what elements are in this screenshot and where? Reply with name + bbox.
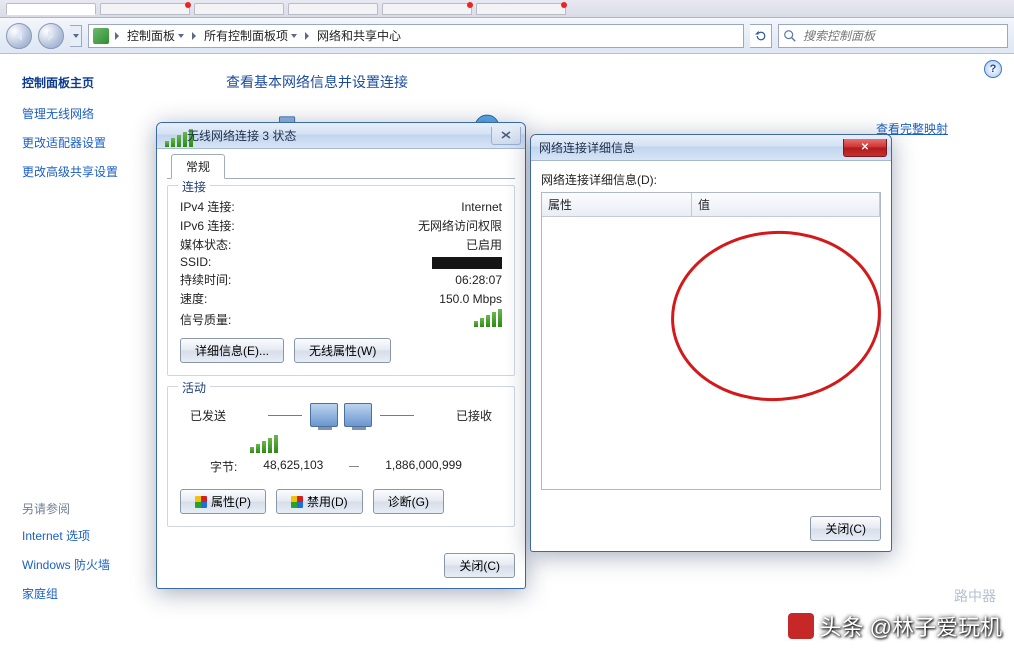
- breadcrumb-bar[interactable]: 控制面板 所有控制面板项 网络和共享中心: [88, 24, 744, 48]
- browser-tab[interactable]: [288, 3, 378, 15]
- duration-label: 持续时间:: [180, 271, 231, 288]
- signal-bars-icon: [474, 309, 502, 327]
- col-property[interactable]: 属性: [542, 193, 692, 216]
- browser-tab[interactable]: [194, 3, 284, 15]
- faint-watermark: 路中器: [954, 586, 996, 606]
- details-dialog: 网络连接详细信息 网络连接详细信息(D): 属性 值 关闭(C): [530, 134, 892, 552]
- property-list[interactable]: 属性 值: [541, 192, 881, 490]
- media-state-value: 已启用: [466, 236, 502, 253]
- search-icon: [783, 29, 797, 43]
- bytes-label: 字节:: [210, 458, 237, 475]
- seealso-link-firewall[interactable]: Windows 防火墙: [22, 556, 158, 573]
- diagnose-button[interactable]: 诊断(G): [373, 489, 444, 514]
- computer-icon: [344, 403, 372, 427]
- browser-tab[interactable]: [100, 3, 190, 15]
- tab-strip: 常规: [167, 157, 515, 179]
- property-list-header[interactable]: 属性 值: [542, 193, 880, 217]
- breadcrumb-item[interactable]: 所有控制面板项: [202, 27, 299, 44]
- activity-icon: [266, 403, 416, 427]
- nav-back-button[interactable]: [6, 23, 32, 49]
- recv-bytes-value: 1,886,000,999: [385, 458, 462, 475]
- search-box[interactable]: [778, 24, 1008, 48]
- status-dialog: 无线网络连接 3 状态 常规 连接 IPv4 连接: Internet IPv6 …: [156, 122, 526, 589]
- close-button[interactable]: 关闭(C): [810, 516, 881, 541]
- seealso-link-homegroup[interactable]: 家庭组: [22, 585, 158, 602]
- refresh-button[interactable]: [750, 24, 772, 48]
- watermark: 头条 @林子爱玩机: [788, 610, 1002, 642]
- ipv6-conn-label: IPv6 连接:: [180, 217, 235, 234]
- wireless-properties-button[interactable]: 无线属性(W): [294, 338, 391, 363]
- ipv4-conn-label: IPv4 连接:: [180, 198, 235, 215]
- breadcrumb-item[interactable]: 网络和共享中心: [315, 27, 403, 44]
- help-button[interactable]: ?: [984, 60, 1002, 78]
- col-value[interactable]: 值: [692, 193, 880, 216]
- ssid-redacted: [432, 257, 502, 269]
- signal-label: 信号质量:: [180, 311, 231, 328]
- details-dialog-titlebar[interactable]: 网络连接详细信息: [531, 135, 891, 161]
- activity-group: 活动 已发送 已接收 字节: 48,625,103 1,886,000,999: [167, 386, 515, 527]
- seealso-heading: 另请参阅: [22, 500, 158, 517]
- sidebar: 控制面板主页 管理无线网络 更改适配器设置 更改高级共享设置 另请参阅 Inte…: [0, 54, 170, 648]
- chevron-right-icon: [192, 32, 196, 40]
- browser-tab[interactable]: [382, 3, 472, 15]
- status-dialog-title: 无线网络连接 3 状态: [187, 127, 296, 144]
- signal-icon: [165, 129, 181, 143]
- group-legend: 连接: [178, 178, 210, 195]
- ipv4-conn-value: Internet: [461, 200, 502, 214]
- close-button[interactable]: [843, 139, 887, 157]
- seealso-link-internet[interactable]: Internet 选项: [22, 527, 158, 544]
- browser-tab[interactable]: [476, 3, 566, 15]
- properties-button[interactable]: 属性(P): [180, 489, 266, 514]
- disable-button[interactable]: 禁用(D): [276, 489, 363, 514]
- sidebar-link-wireless[interactable]: 管理无线网络: [22, 105, 158, 122]
- signal-bars-icon: [250, 435, 278, 453]
- close-button[interactable]: [491, 127, 521, 145]
- details-button[interactable]: 详细信息(E)...: [180, 338, 284, 363]
- signal-value: [474, 309, 502, 330]
- sent-label: 已发送: [190, 407, 226, 424]
- sidebar-link-adapter[interactable]: 更改适配器设置: [22, 134, 158, 151]
- breadcrumb-item[interactable]: 控制面板: [125, 27, 186, 44]
- watermark-icon: [788, 613, 814, 639]
- page-heading: 查看基本网络信息并设置连接: [226, 72, 988, 92]
- media-state-label: 媒体状态:: [180, 236, 231, 253]
- connection-group: 连接 IPv4 连接:Internet IPv6 连接:无网络访问权限 媒体状态…: [167, 185, 515, 376]
- status-dialog-titlebar[interactable]: 无线网络连接 3 状态: [157, 123, 525, 149]
- details-caption: 网络连接详细信息(D):: [541, 171, 881, 188]
- group-legend: 活动: [178, 379, 210, 396]
- received-label: 已接收: [456, 407, 492, 424]
- chevron-right-icon: [305, 32, 309, 40]
- tab-general[interactable]: 常规: [171, 154, 225, 179]
- nav-history-dropdown[interactable]: [70, 25, 82, 47]
- sidebar-link-sharing[interactable]: 更改高级共享设置: [22, 163, 158, 180]
- computer-icon: [310, 403, 338, 427]
- close-button[interactable]: 关闭(C): [444, 553, 515, 578]
- control-panel-icon: [93, 28, 109, 44]
- speed-label: 速度:: [180, 290, 207, 307]
- search-input[interactable]: [801, 28, 1003, 44]
- browser-tab[interactable]: [6, 3, 96, 15]
- ssid-label: SSID:: [180, 255, 211, 269]
- details-dialog-title: 网络连接详细信息: [539, 139, 635, 156]
- duration-value: 06:28:07: [455, 273, 502, 287]
- sent-bytes-value: 48,625,103: [263, 458, 323, 475]
- ssid-value: [432, 255, 502, 269]
- explorer-address-row: 控制面板 所有控制面板项 网络和共享中心: [0, 18, 1014, 54]
- browser-tab-strip: [0, 0, 1014, 18]
- ipv6-conn-value: 无网络访问权限: [418, 217, 502, 234]
- speed-value: 150.0 Mbps: [439, 292, 502, 306]
- sidebar-title: 控制面板主页: [22, 74, 158, 91]
- chevron-right-icon: [115, 32, 119, 40]
- nav-forward-button[interactable]: [38, 23, 64, 49]
